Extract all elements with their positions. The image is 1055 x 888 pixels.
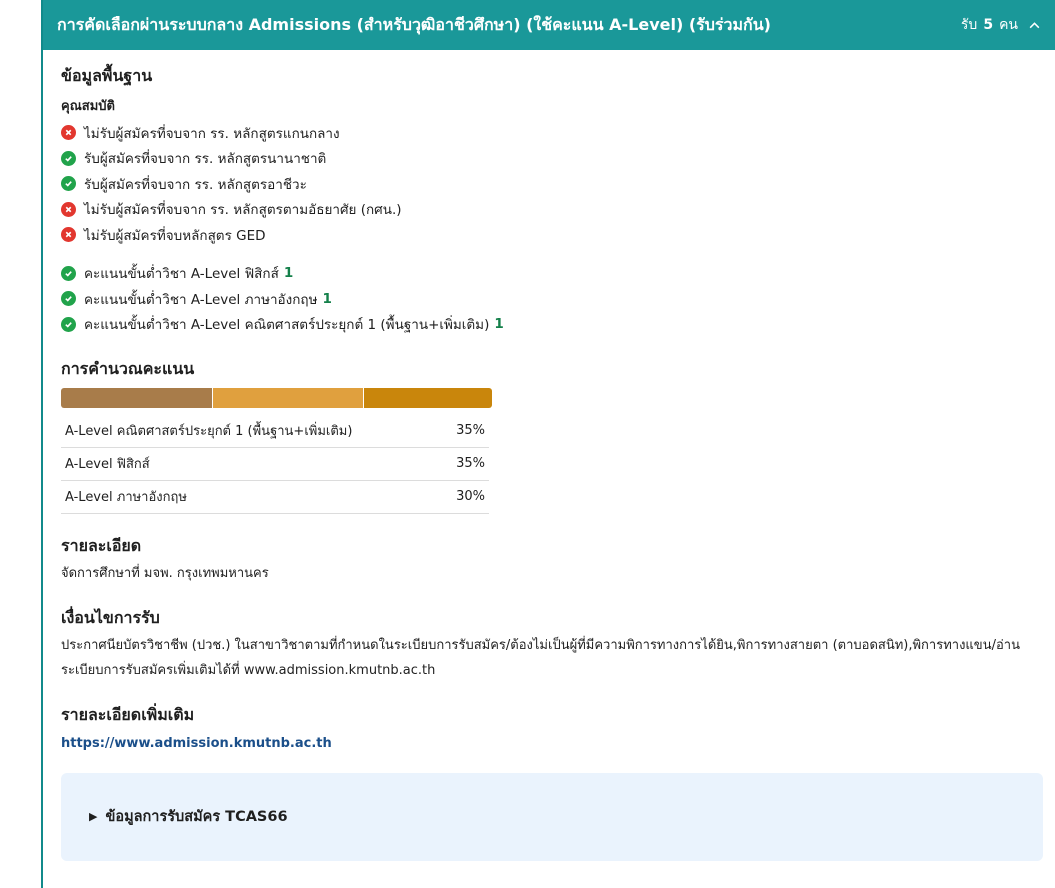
weight-percent: 30% <box>441 480 489 514</box>
weight-subject: A-Level ฟิสิกส์ <box>61 447 442 481</box>
weight-subject: A-Level ภาษาอังกฤษ <box>61 480 442 514</box>
more-details-section: รายละเอียดเพิ่มเติม https://www.admissio… <box>61 703 1055 751</box>
program-card: การคัดเลือกผ่านระบบกลาง Admissions (สำหร… <box>41 0 1055 888</box>
weight-subject: A-Level คณิตศาสตร์ประยุกต์ 1 (พื้นฐาน+เพ… <box>61 414 442 448</box>
weight-row: A-Level คณิตศาสตร์ประยุกต์ 1 (พื้นฐาน+เพ… <box>61 414 489 448</box>
weight-bar <box>61 388 492 408</box>
min-score-item: คะแนนขั้นต่ำวิชา A-Level ฟิสิกส์ 1 <box>61 261 1055 287</box>
check-circle-icon <box>61 176 76 192</box>
qualification-heading: คุณสมบัติ <box>61 99 115 114</box>
check-circle-icon <box>61 291 76 307</box>
weight-percent: 35% <box>441 447 489 481</box>
x-circle-icon <box>61 227 76 243</box>
weight-bar-segment <box>61 388 212 408</box>
conditions-section: เงื่อนไขการรับ ประกาศนียบัตรวิชาชีพ (ปวช… <box>61 606 1055 683</box>
weight-row: A-Level ภาษาอังกฤษ 30% <box>61 480 489 514</box>
min-score-list: คะแนนขั้นต่ำวิชา A-Level ฟิสิกส์ 1 คะแนนขั… <box>61 261 1055 338</box>
qualification-text: ไม่รับผู้สมัครที่จบหลักสูตร GED <box>84 227 266 244</box>
chevron-up-icon[interactable] <box>1028 19 1041 32</box>
min-score-text: คะแนนขั้นต่ำวิชา A-Level ฟิสิกส์ <box>84 266 279 283</box>
min-score-item: คะแนนขั้นต่ำวิชา A-Level ภาษาอังกฤษ 1 <box>61 286 1055 312</box>
min-score-value: 1 <box>283 265 294 282</box>
check-circle-icon <box>61 265 76 281</box>
program-content: ข้อมูลพื้นฐาน คุณสมบัติ ไม่รับผู้สมัครที… <box>43 50 1055 861</box>
qualification-list: ไม่รับผู้สมัครที่จบจาก รร. หลักสูตรแกนกล… <box>61 120 1055 248</box>
scoring-section: การคำนวณคะแนน A-Level คณิตศาสตร์ประยุกต์… <box>61 357 1055 514</box>
seats-prefix: รับ <box>960 17 978 33</box>
min-score-value: 1 <box>322 290 332 307</box>
x-circle-icon <box>61 125 76 141</box>
weight-bar-segment <box>211 388 363 408</box>
program-title: การคัดเลือกผ่านระบบกลาง Admissions (สำหร… <box>57 14 771 34</box>
program-header[interactable]: การคัดเลือกผ่านระบบกลาง Admissions (สำหร… <box>43 0 1055 50</box>
min-score-item: คะแนนขั้นต่ำวิชา A-Level คณิตศาสตร์ประยุ… <box>61 312 1055 338</box>
details-text: จัดการศึกษาที่ มจพ. กรุงเทพมหานคร <box>61 565 269 581</box>
tcas-label: ข้อมูลการรับสมัคร TCAS66 <box>105 809 288 825</box>
check-circle-icon <box>61 316 76 332</box>
basic-info-heading: ข้อมูลพื้นฐาน <box>61 66 153 85</box>
min-score-text: คะแนนขั้นต่ำวิชา A-Level คณิตศาสตร์ประยุ… <box>84 317 490 334</box>
qualification-text: ไม่รับผู้สมัครที่จบจาก รร. หลักสูตรตามอั… <box>84 202 402 219</box>
details-heading: รายละเอียด <box>61 535 142 555</box>
conditions-heading: เงื่อนไขการรับ <box>61 607 160 627</box>
weight-bar-segment <box>362 388 492 408</box>
triangle-right-icon: ▶ <box>89 810 98 823</box>
min-score-text: คะแนนขั้นต่ำวิชา A-Level ภาษาอังกฤษ <box>84 291 318 308</box>
more-details-heading: รายละเอียดเพิ่มเติม <box>61 704 195 724</box>
more-details-link[interactable]: https://www.admission.kmutnb.ac.th <box>61 736 332 751</box>
qualification-item: ไม่รับผู้สมัครที่จบจาก รร. หลักสูตรแกนกล… <box>61 120 1055 146</box>
qualification-item: รับผู้สมัครที่จบจาก รร. หลักสูตรอาชีวะ <box>61 171 1055 197</box>
qualification-item: รับผู้สมัครที่จบจาก รร. หลักสูตรนานาชาติ <box>61 146 1055 172</box>
weight-row: A-Level ฟิสิกส์ 35% <box>61 447 489 481</box>
qualification-item: ไม่รับผู้สมัครที่จบหลักสูตร GED <box>61 222 1055 248</box>
tcas-expander[interactable]: ▶ ข้อมูลการรับสมัคร TCAS66 <box>61 772 1043 861</box>
x-circle-icon <box>61 201 76 217</box>
conditions-text: ประกาศนียบัตรวิชาชีพ (ปวช.) ในสาขาวิชาตา… <box>61 637 1020 678</box>
qualification-item: ไม่รับผู้สมัครที่จบจาก รร. หลักสูตรตามอั… <box>61 197 1055 223</box>
qualification-text: ไม่รับผู้สมัครที่จบจาก รร. หลักสูตรแกนกล… <box>84 125 340 142</box>
details-section: รายละเอียด จัดการศึกษาที่ มจพ. กรุงเทพมห… <box>61 534 1055 586</box>
qualification-text: รับผู้สมัครที่จบจาก รร. หลักสูตรนานาชาติ <box>84 151 327 168</box>
min-score-value: 1 <box>494 316 504 333</box>
qualification-text: รับผู้สมัครที่จบจาก รร. หลักสูตรอาชีวะ <box>84 176 307 193</box>
check-circle-icon <box>61 150 76 166</box>
seats-summary: รับ 5 คน <box>961 14 1041 36</box>
weight-percent: 35% <box>441 414 489 448</box>
seats-unit: คน <box>999 17 1018 33</box>
weight-table: A-Level คณิตศาสตร์ประยุกต์ 1 (พื้นฐาน+เพ… <box>61 414 489 514</box>
scoring-heading: การคำนวณคะแนน <box>61 359 195 378</box>
seats-count: 5 <box>983 17 994 33</box>
